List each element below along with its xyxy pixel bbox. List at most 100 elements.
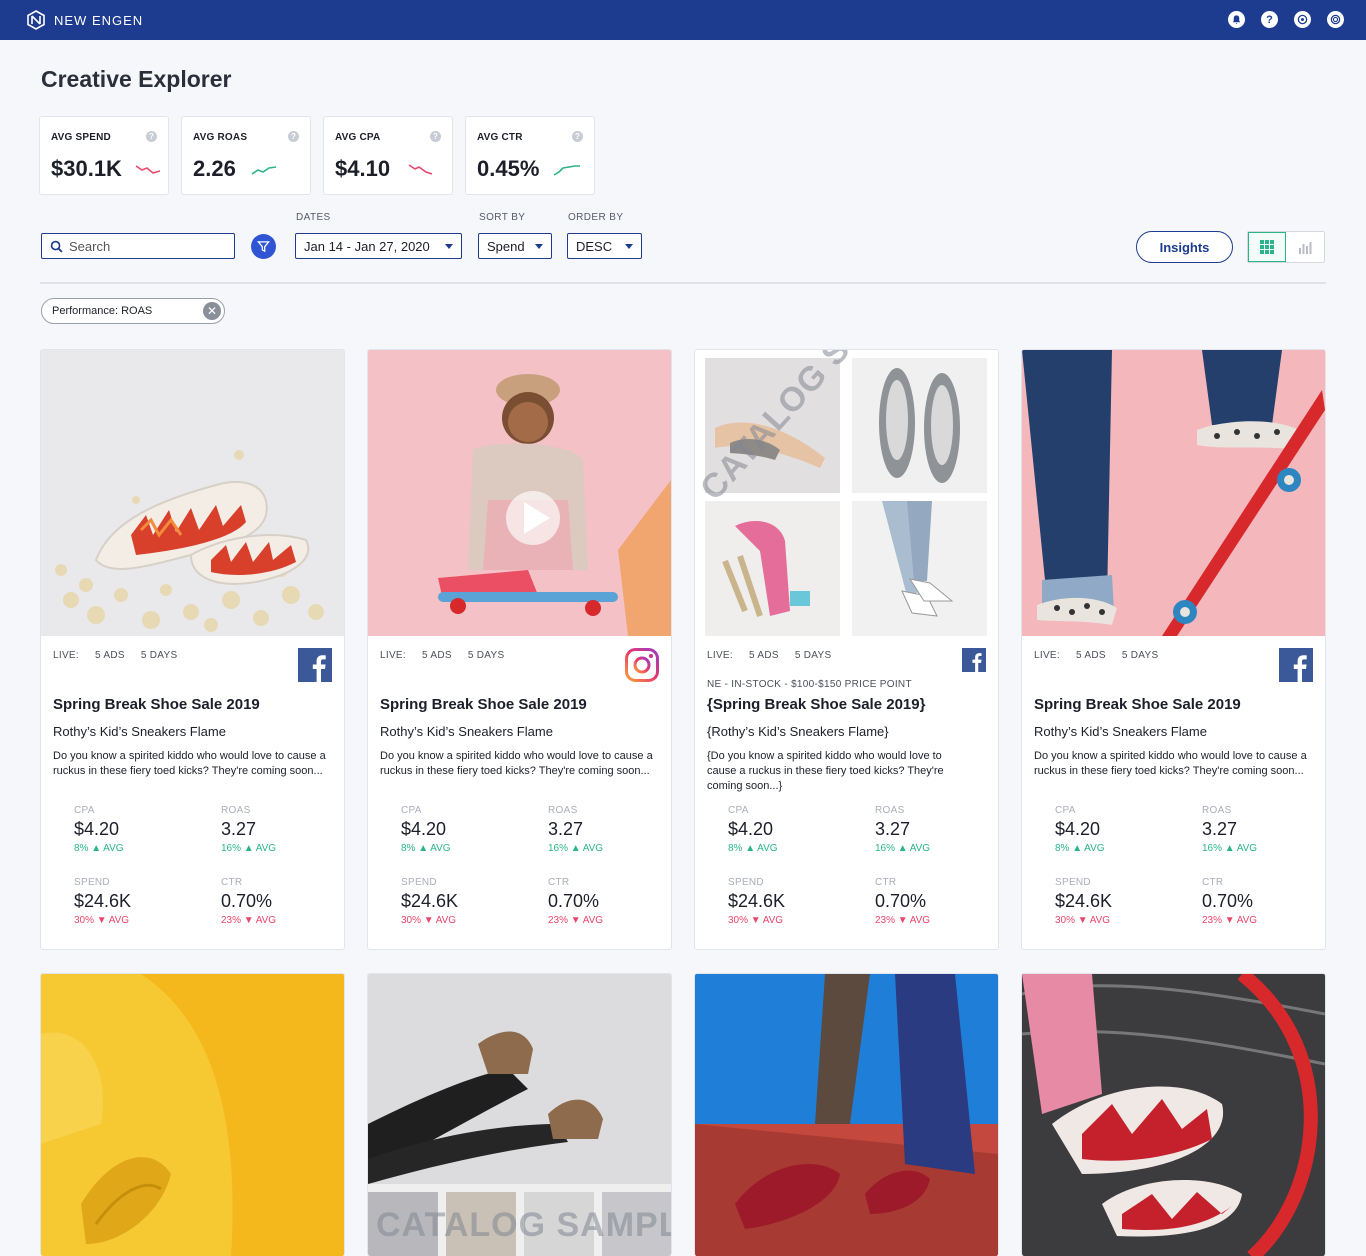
arrow-up-icon: ▲	[1072, 843, 1083, 854]
insights-button[interactable]: Insights	[1136, 231, 1233, 263]
pink-shoe-image	[722, 521, 810, 617]
target-icon[interactable]	[1294, 11, 1311, 28]
arrow-down-icon: ▼	[750, 915, 761, 926]
metric-spend: SPEND $24.6K 30% ▼ AVG	[1055, 877, 1175, 926]
arrow-up-icon: ▲	[570, 843, 581, 854]
kpi-value: $4.10	[335, 156, 391, 181]
card-subtitle: {Rothy’s Kid’s Sneakers Flame}	[707, 724, 889, 739]
avg-label: AVG	[582, 843, 604, 854]
facebook-icon	[1279, 648, 1313, 687]
filter-button[interactable]	[251, 234, 276, 259]
red-slipon-sky-image	[695, 974, 998, 1256]
funnel-icon	[257, 241, 270, 253]
avg-label: AVG	[435, 915, 457, 926]
trend-up-sparkline-icon	[251, 166, 277, 175]
bell-icon[interactable]	[1228, 11, 1245, 28]
delta-percent: 23%	[221, 915, 242, 926]
kpi-card-avg-cpa: AVG CPA ? $4.10	[323, 116, 453, 195]
filter-chip[interactable]: Performance: ROAS ✕	[41, 298, 225, 324]
chevron-down-icon	[445, 244, 453, 249]
help-icon[interactable]: ?	[146, 131, 157, 142]
chart-view-button[interactable]	[1286, 232, 1324, 262]
flame-sneaker-popcorn-image	[41, 350, 344, 636]
metric-delta: 16% ▲ AVG	[548, 843, 668, 854]
card-title: Spring Break Shoe Sale 2019	[380, 696, 587, 713]
creative-image[interactable]	[1022, 974, 1325, 1256]
avg-label: AVG	[762, 915, 784, 926]
metric-label: ROAS	[1202, 805, 1232, 816]
metric-delta: 23% ▼ AVG	[548, 915, 668, 926]
metric-delta: 23% ▼ AVG	[875, 915, 995, 926]
help-icon[interactable]: ?	[430, 131, 441, 142]
metric-value: 0.70%	[548, 891, 600, 911]
metric-cpa: CPA $4.20 8% ▲ AVG	[1055, 805, 1175, 854]
sort-by-value: Spend	[487, 238, 525, 254]
delta-percent: 8%	[728, 843, 743, 854]
days-count: 5 DAYS	[140, 650, 178, 661]
leopard-shoe-skateboard-image	[1022, 350, 1325, 636]
nude-flat-shoe-image	[715, 422, 825, 468]
account-icon[interactable]	[1327, 11, 1344, 28]
metric-delta: 8% ▲ AVG	[74, 843, 194, 854]
metric-roas: ROAS 3.27 16% ▲ AVG	[221, 805, 341, 854]
dates-select[interactable]: Jan 14 - Jan 27, 2020	[295, 233, 462, 259]
help-icon[interactable]: ?	[572, 131, 583, 142]
arrow-down-icon: ▼	[897, 915, 908, 926]
instagram-icon	[625, 648, 659, 687]
arrow-up-icon: ▲	[418, 843, 429, 854]
avg-label: AVG	[103, 843, 124, 854]
creative-image[interactable]	[1022, 350, 1325, 636]
order-by-select[interactable]: DESC	[567, 233, 642, 259]
live-meta: LIVE: 5 ADS 5 DAYS	[380, 650, 504, 661]
catalog-creative-card[interactable]: CATALOG SAMPLE LIVE: 5 ADS 5 DAYS NE - I…	[694, 349, 999, 950]
days-count: 5 DAYS	[1121, 650, 1159, 661]
metric-cpa: CPA $4.20 8% ▲ AVG	[401, 805, 521, 854]
grid-icon	[1260, 240, 1275, 254]
help-icon[interactable]: ?	[1261, 11, 1278, 28]
creative-image[interactable]: CATALOG SAMPLE	[368, 974, 671, 1256]
creative-image[interactable]	[41, 350, 344, 636]
metric-spend: SPEND $24.6K 30% ▼ AVG	[74, 877, 194, 926]
metric-roas: ROAS 3.27 16% ▲ AVG	[548, 805, 668, 854]
grid-view-button[interactable]	[1248, 232, 1287, 262]
metric-value: $24.6K	[401, 891, 459, 911]
search-field[interactable]	[41, 233, 235, 259]
catalog-image-grid[interactable]: CATALOG SAMPLE	[695, 350, 998, 636]
metric-label: CTR	[548, 877, 570, 888]
help-icon[interactable]: ?	[288, 131, 299, 142]
avg-label: AVG	[1089, 915, 1111, 926]
creative-video[interactable]	[368, 350, 671, 636]
creative-card[interactable]: LIVE: 5 ADS 5 DAYS Spring Break Shoe Sal…	[40, 349, 345, 950]
brand-name: NEW ENGEN	[54, 12, 144, 28]
sort-by-select[interactable]: Spend	[478, 233, 552, 259]
dates-value: Jan 14 - Jan 27, 2020	[304, 238, 430, 254]
close-icon[interactable]: ✕	[203, 302, 221, 320]
brand-logo[interactable]: NEW ENGEN	[26, 10, 143, 30]
creative-card[interactable]	[1021, 973, 1326, 1256]
catalog-tile	[852, 501, 987, 636]
metric-cpa: CPA $4.20 8% ▲ AVG	[728, 805, 848, 854]
card-subtitle: Rothy’s Kid’s Sneakers Flame	[380, 724, 553, 739]
card-title: {Spring Break Shoe Sale 2019}	[707, 696, 926, 713]
avg-label: AVG	[1236, 843, 1258, 854]
search-input[interactable]	[69, 238, 219, 254]
creative-image[interactable]	[695, 974, 998, 1256]
delta-percent: 16%	[221, 843, 242, 854]
order-by-label: ORDER BY	[568, 212, 624, 223]
delta-percent: 16%	[548, 843, 569, 854]
kpi-value: $30.1K	[51, 156, 122, 181]
view-toggle	[1247, 231, 1325, 263]
delta-percent: 30%	[74, 915, 95, 926]
metric-delta: 23% ▼ AVG	[221, 915, 341, 926]
arrow-up-icon: ▲	[91, 843, 102, 854]
creative-card[interactable]: LIVE: 5 ADS 5 DAYS Spring Break Shoe Sal…	[1021, 349, 1326, 950]
creative-card[interactable]: LIVE: 5 ADS 5 DAYS Spring Break Shoe Sal…	[367, 349, 672, 950]
creative-image[interactable]	[41, 974, 344, 1256]
creative-card[interactable]	[40, 973, 345, 1256]
creative-card[interactable]	[694, 973, 999, 1256]
metric-value: 3.27	[1202, 819, 1238, 839]
catalog-creative-card[interactable]: CATALOG SAMPLE	[367, 973, 672, 1256]
avg-label: AVG	[1084, 843, 1105, 854]
metric-label: SPEND	[401, 877, 437, 888]
metric-label: ROAS	[875, 805, 905, 816]
